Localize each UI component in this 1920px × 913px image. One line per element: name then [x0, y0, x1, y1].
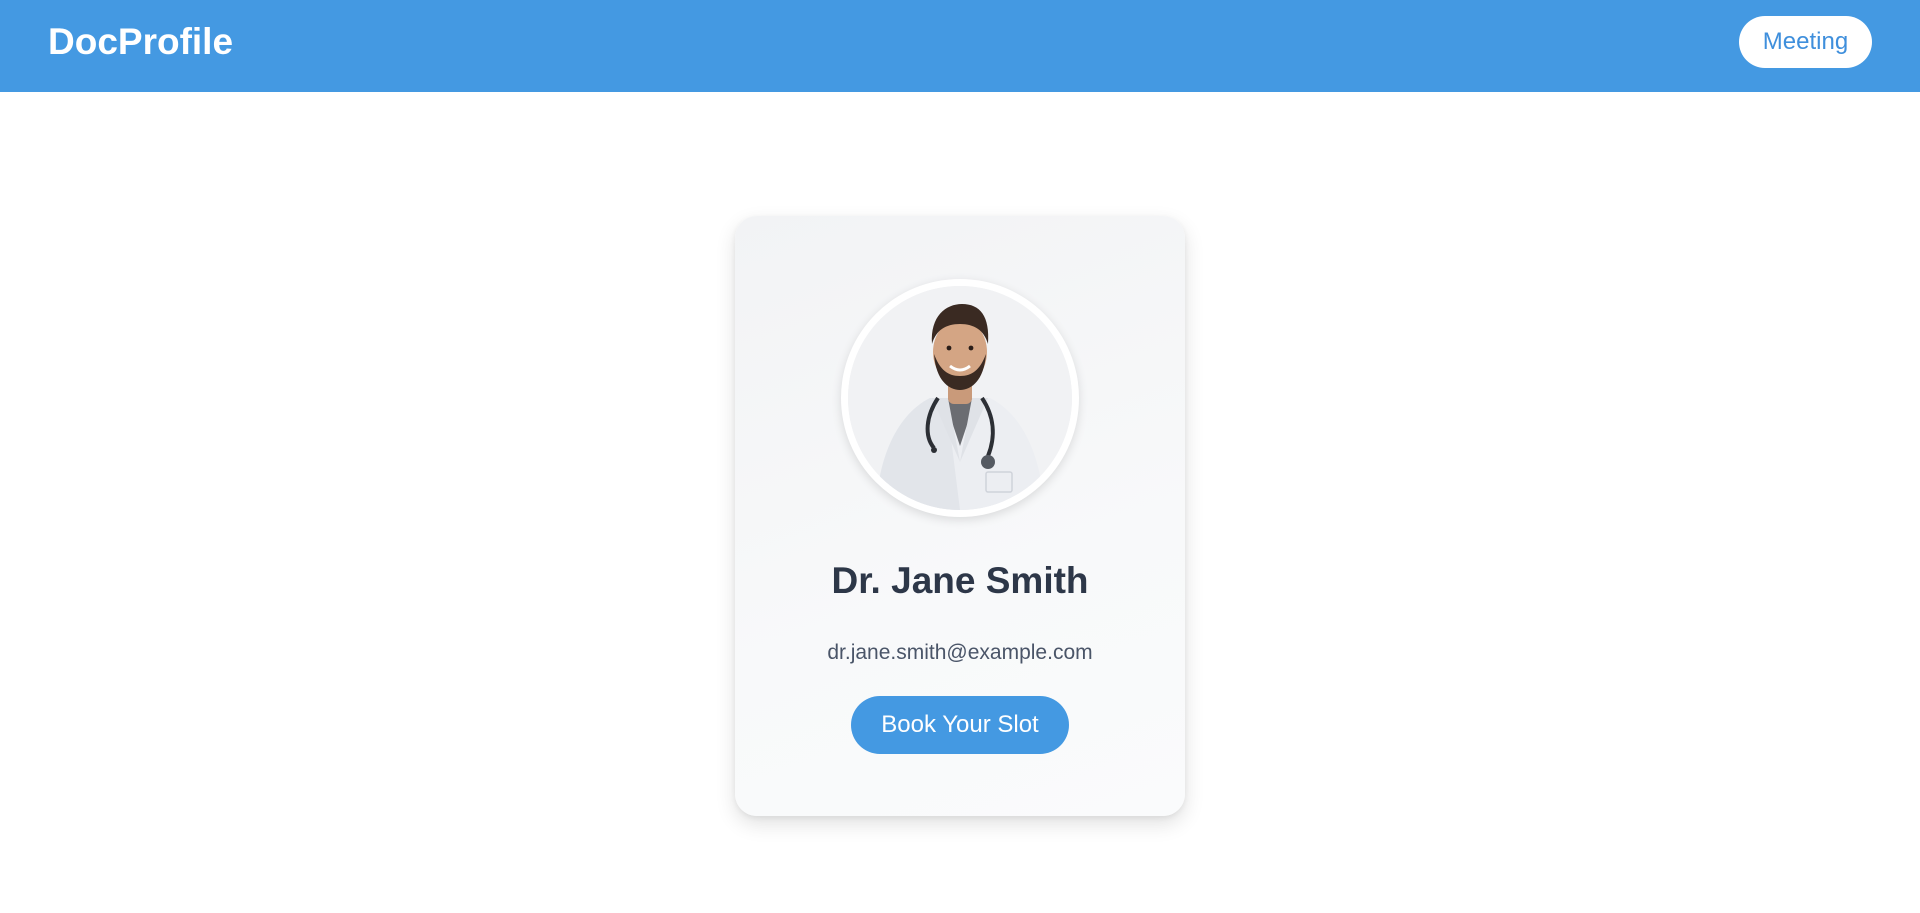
doctor-avatar [848, 286, 1072, 510]
doctor-name: Dr. Jane Smith [831, 560, 1089, 601]
doctor-profile-card: Dr. Jane Smith dr.jane.smith@example.com… [735, 216, 1185, 816]
doctor-photo-icon [848, 286, 1072, 510]
doctor-email: dr.jane.smith@example.com [827, 641, 1093, 664]
meeting-button[interactable]: Meeting [1739, 16, 1872, 68]
avatar-ring [841, 279, 1079, 517]
book-slot-button[interactable]: Book Your Slot [851, 696, 1069, 754]
top-navbar: DocProfile Meeting [0, 0, 1920, 92]
brand-logo[interactable]: DocProfile [48, 20, 233, 64]
